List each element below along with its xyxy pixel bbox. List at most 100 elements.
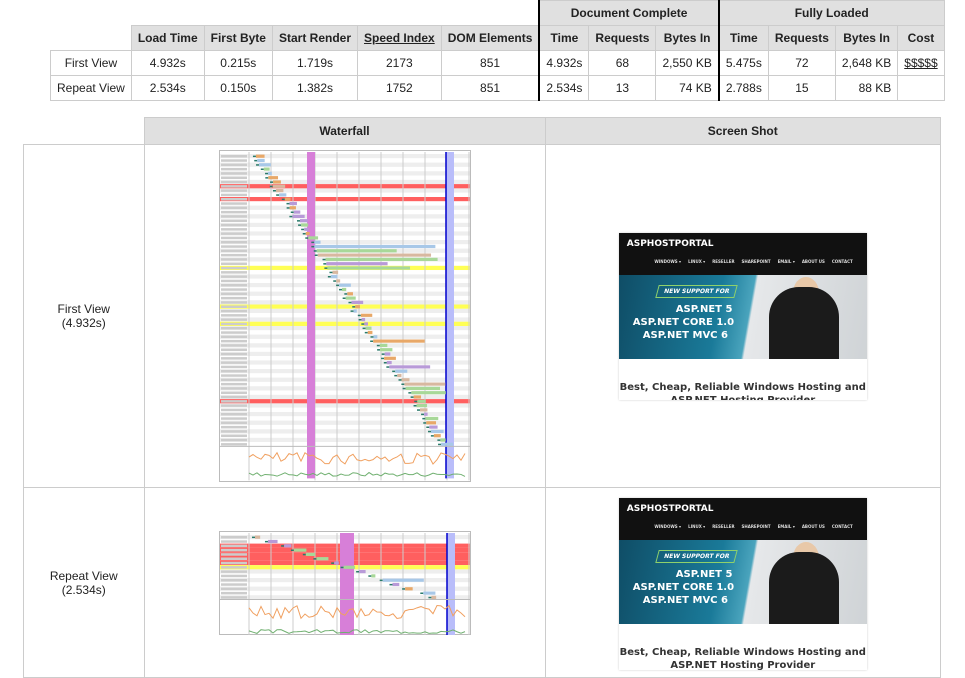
- column-speed-index[interactable]: Speed Index: [357, 25, 442, 51]
- request-bar: [405, 386, 440, 390]
- dns-connect: [312, 557, 316, 560]
- request-url: [220, 176, 247, 179]
- column-first-byte: First Byte: [203, 25, 273, 51]
- request-url: [220, 155, 247, 158]
- request-url: [220, 335, 247, 339]
- request-bar: [267, 539, 278, 543]
- request-bar: [391, 582, 399, 586]
- request-url: [220, 434, 247, 437]
- waterfall-row: [219, 326, 470, 331]
- repeat-view-screenshot[interactable]: ASPHOSTPORTAL WINDOWS ▾ LINUX ▾ RESELLER SHA…: [618, 497, 867, 670]
- first-view-waterfall[interactable]: [143, 144, 546, 488]
- dns-connect: [362, 327, 366, 330]
- dns-connect: [413, 405, 417, 407]
- request-url: [220, 378, 247, 382]
- dns-connect: [401, 587, 405, 590]
- waterfall-row: [219, 351, 470, 357]
- dns-connect: [421, 417, 425, 420]
- dns-connect: [347, 301, 351, 304]
- request-url: [220, 253, 247, 257]
- repeat-view-waterfall[interactable]: [143, 487, 546, 678]
- dns-connect: [322, 258, 326, 261]
- waterfall-row: [219, 227, 470, 232]
- waterfall-row: [219, 330, 470, 335]
- request-url: [220, 163, 247, 167]
- site-hero: NEW SUPPORT FOR ASP.NET 5 ASP.NET CORE 1.0…: [618, 274, 867, 359]
- request-url: [220, 357, 247, 360]
- request-url: [220, 535, 247, 538]
- dns-connect: [358, 319, 362, 321]
- request-url: [220, 206, 247, 210]
- dns-connect: [288, 215, 292, 218]
- request-bar: [272, 180, 281, 184]
- waterfall-row: [219, 179, 470, 185]
- request-bar: [379, 348, 392, 352]
- repeat-view-screenshot-cell: ASPHOSTPORTAL WINDOWS ▾ LINUX ▾ RESELLER SHA…: [544, 487, 941, 678]
- dns-connect: [391, 370, 395, 373]
- dns-connect: [260, 168, 264, 170]
- request-url: [220, 284, 247, 287]
- request-bar: [256, 158, 265, 163]
- request-url: [220, 309, 247, 313]
- group-document-complete: Document Complete: [538, 0, 720, 26]
- summary-cell: 2173: [357, 50, 442, 76]
- request-url: [220, 327, 247, 330]
- dns-connect: [413, 400, 417, 403]
- dns-connect: [410, 396, 414, 398]
- column-cost: Cost: [897, 25, 945, 51]
- request-url: [220, 198, 247, 201]
- column-time: Time: [538, 25, 590, 51]
- request-url: [220, 271, 247, 274]
- waterfall-row: [219, 209, 470, 215]
- request-bar: [255, 154, 265, 158]
- request-bar: [291, 214, 305, 218]
- request-url: [220, 339, 247, 343]
- summary-cell: 88 KB: [834, 75, 899, 101]
- request-url: [220, 232, 247, 235]
- dns-connect: [302, 233, 306, 235]
- request-bar: [284, 197, 291, 201]
- request-bar: [382, 578, 424, 582]
- request-url: [220, 413, 247, 416]
- request-url: [220, 305, 247, 308]
- start-render-marker: [306, 152, 315, 479]
- request-url: [220, 301, 247, 304]
- first-view-screenshot[interactable]: ASPHOSTPORTAL WINDOWS ▾ LINUX ▾ RESELLER SHA…: [618, 232, 867, 400]
- request-bar: [358, 569, 366, 573]
- waterfall-row: [219, 308, 470, 314]
- summary-cell[interactable]: $$$$$: [897, 50, 945, 76]
- dns-connect: [427, 430, 431, 433]
- dns-connect: [332, 280, 336, 282]
- request-url: [220, 370, 247, 373]
- dns-connect: [269, 181, 273, 183]
- request-url: [220, 408, 247, 412]
- dns-connect: [251, 536, 255, 538]
- dns-connect: [280, 544, 284, 547]
- group-fully-loaded: Fully Loaded: [717, 0, 945, 26]
- summary-cell: 2.534s: [538, 75, 590, 101]
- start-render-marker: [339, 532, 354, 635]
- request-url: [220, 322, 247, 326]
- summary-cell: 5.475s: [717, 50, 769, 76]
- request-url: [220, 189, 247, 192]
- request-bar: [370, 573, 375, 577]
- column-bytes-in: Bytes In: [655, 25, 720, 51]
- request-bar: [372, 335, 377, 339]
- dns-connect: [360, 323, 364, 325]
- request-bar: [416, 404, 427, 408]
- waterfall-row: [219, 218, 470, 223]
- dns-connect: [342, 297, 346, 299]
- request-bar: [386, 361, 392, 365]
- dns-connect: [264, 177, 268, 179]
- request-bar: [333, 560, 339, 565]
- request-bar: [346, 292, 353, 296]
- dns-connect: [272, 190, 276, 192]
- dns-connect: [383, 362, 387, 364]
- column-requests: Requests: [767, 25, 836, 51]
- waterfall-row: [219, 317, 470, 322]
- dns-connect: [350, 310, 354, 312]
- request-url: [220, 236, 247, 240]
- summary-cell: 4.932s: [130, 50, 205, 76]
- dns-connect: [419, 592, 423, 594]
- request-bar: [388, 365, 430, 369]
